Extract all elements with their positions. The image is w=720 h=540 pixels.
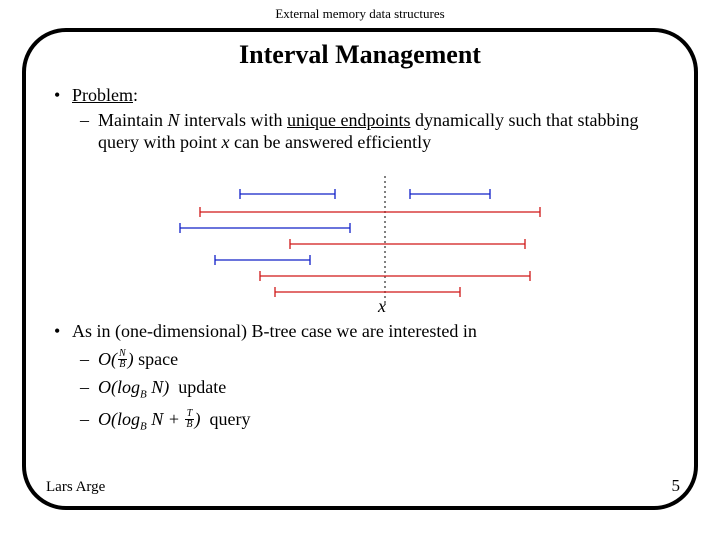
bullet-problem: Problem: <box>54 84 674 107</box>
sym-N-2: N <box>151 409 163 429</box>
sub-bullet-maintain: Maintain N intervals with unique endpoin… <box>54 109 674 154</box>
interval-diagram <box>160 176 570 306</box>
x-label: x <box>378 296 386 317</box>
math-space: O(NB) <box>98 349 138 369</box>
footer-author: Lars Arge <box>46 479 105 496</box>
sym-plus: + <box>168 409 180 429</box>
interval-svg <box>160 176 570 306</box>
content-block-1: Problem: Maintain N intervals with uniqu… <box>54 84 674 156</box>
sym-log: log <box>117 377 140 397</box>
sym-O-2: O <box>98 377 111 397</box>
word-update: update <box>178 377 226 397</box>
frac-t-over-b: TB <box>185 409 193 430</box>
sym-N: N <box>151 377 163 397</box>
var-N: N <box>168 110 180 130</box>
sub-bullet-query: O(logB N + TB) query <box>54 406 674 436</box>
sub-B-2: B <box>140 420 147 432</box>
slide-title: Interval Management <box>0 40 720 70</box>
sub-B: B <box>140 389 147 401</box>
frac-n-over-b: NB <box>118 349 127 370</box>
math-query: O(logB N + TB) <box>98 409 205 429</box>
sub-bullet-update: O(logB N) update <box>54 374 674 404</box>
footer-page-number: 5 <box>672 476 681 496</box>
problem-label: Problem <box>72 85 133 105</box>
frac-d: B <box>118 360 127 370</box>
bullet-btree: As in (one-dimensional) B-tree case we a… <box>54 318 674 344</box>
sub-bullet-space: O(NB) space <box>54 346 674 372</box>
var-x: x <box>222 132 230 152</box>
frac-b: B <box>185 420 193 430</box>
math-update: O(logB N) <box>98 377 174 397</box>
sym-O: O <box>98 349 111 369</box>
content-block-2: As in (one-dimensional) B-tree case we a… <box>54 318 674 437</box>
sym-O-3: O <box>98 409 111 429</box>
word-space: space <box>138 349 178 369</box>
problem-colon: : <box>133 85 138 105</box>
text-tail: can be answered efficiently <box>230 132 432 152</box>
sym-log-2: log <box>117 409 140 429</box>
text-maintain-prefix: Maintain <box>98 110 168 130</box>
word-query: query <box>210 409 251 429</box>
slide-page: External memory data structures Interval… <box>0 0 720 540</box>
text-mid1: intervals with <box>180 110 287 130</box>
text-unique-endpoints: unique endpoints <box>287 110 411 130</box>
slide-header: External memory data structures <box>0 0 720 24</box>
